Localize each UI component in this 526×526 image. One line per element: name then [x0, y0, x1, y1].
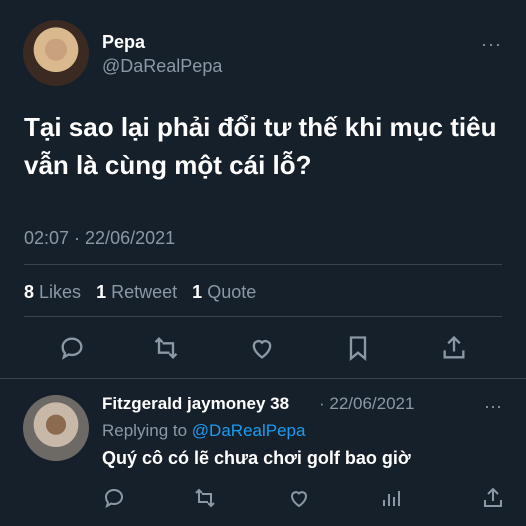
user-handle[interactable]: @DaRealPepa	[102, 56, 222, 77]
analytics-icon[interactable]	[379, 486, 403, 510]
tweet-timestamp[interactable]: 02:07 · 22/06/2021	[24, 228, 175, 249]
quotes-count: 1	[192, 282, 203, 302]
display-name[interactable]: Pepa	[102, 32, 145, 53]
reply-actions	[0, 484, 526, 518]
divider	[24, 264, 502, 265]
quotes-label: Quote	[207, 282, 257, 302]
reply-icon[interactable]	[102, 486, 126, 510]
replying-prefix: Replying to	[102, 421, 188, 440]
share-icon[interactable]	[440, 334, 468, 362]
quotes-stat[interactable]: 1 Quote	[192, 282, 256, 302]
retweets-count: 1	[96, 282, 107, 302]
reply-display-name[interactable]: Fitzgerald jaymoney 38	[102, 394, 289, 414]
reply-icon[interactable]	[58, 334, 86, 362]
likes-count: 8	[24, 282, 35, 302]
share-icon[interactable]	[481, 486, 505, 510]
reply-avatar[interactable]	[23, 395, 89, 461]
retweet-icon[interactable]	[193, 486, 217, 510]
main-tweet: Pepa @DaRealPepa ··· Tại sao lại phải đổ…	[0, 0, 526, 380]
divider	[24, 316, 502, 317]
bookmark-icon[interactable]	[344, 334, 372, 362]
retweets-label: Retweet	[111, 282, 178, 302]
divider	[0, 378, 526, 379]
likes-label: Likes	[39, 282, 82, 302]
tweet-text: Tại sao lại phải đổi tư thế khi mục tiêu…	[24, 112, 497, 180]
reply-text: Quý cô có lẽ chưa chơi golf bao giờ	[102, 448, 411, 468]
engagement-stats: 8 Likes 1 Retweet 1 Quote	[24, 282, 256, 303]
tweet-actions	[0, 330, 526, 370]
like-icon[interactable]	[248, 334, 276, 362]
replying-handle-link[interactable]: @DaRealPepa	[192, 421, 306, 440]
retweets-stat[interactable]: 1 Retweet	[96, 282, 177, 302]
reply-date[interactable]: · 22/06/2021	[319, 394, 414, 414]
replying-to: Replying to @DaRealPepa	[102, 421, 305, 441]
more-options-icon[interactable]: ···	[481, 34, 502, 55]
more-options-icon[interactable]: ···	[484, 396, 502, 417]
avatar[interactable]	[23, 20, 89, 86]
retweet-icon[interactable]	[152, 334, 180, 362]
likes-stat[interactable]: 8 Likes	[24, 282, 81, 302]
like-icon[interactable]	[287, 486, 311, 510]
